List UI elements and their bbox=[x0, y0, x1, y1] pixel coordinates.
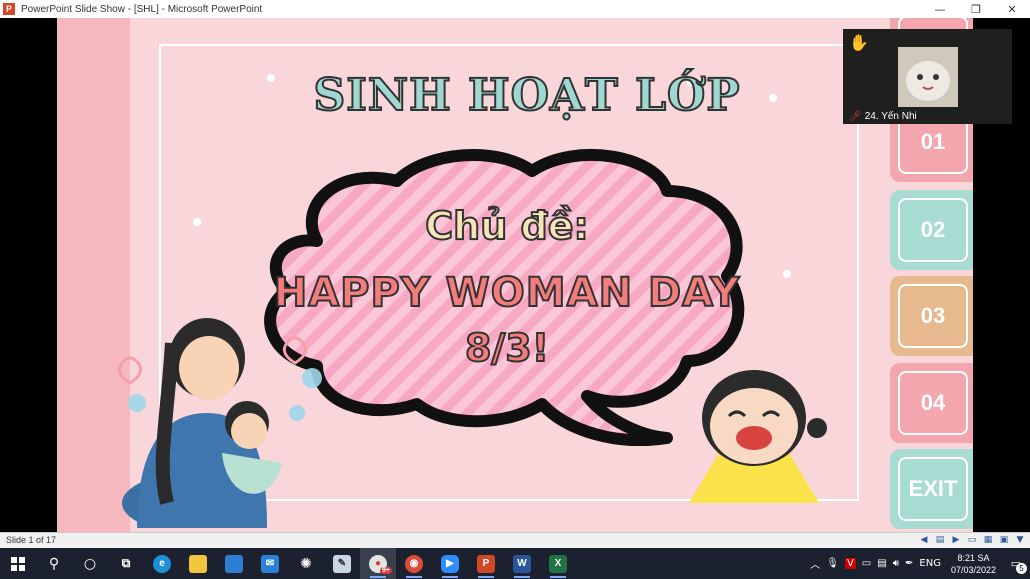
status-bar: Slide 1 of 17 ◀ ▤ ▶ ▭ ▦ ▣ ▼ bbox=[0, 532, 1030, 548]
mic-muted-icon: 🎤︎ bbox=[849, 111, 862, 122]
excel-icon: X bbox=[549, 554, 567, 573]
previous-slide-icon[interactable]: ◀ bbox=[918, 534, 930, 546]
nav-button-exit[interactable]: EXIT bbox=[890, 449, 973, 529]
slide-title: SINH HOẠT LỚP bbox=[313, 69, 741, 122]
folder-icon bbox=[189, 554, 207, 573]
paint-icon: ✎ bbox=[333, 554, 351, 573]
reading-view-icon[interactable]: ▣ bbox=[998, 534, 1010, 546]
slide-canvas[interactable]: SINH HOẠT LỚP Chủ đề: HAPPY WOMAN DAY 8/… bbox=[57, 18, 973, 532]
search-button[interactable]: ⚲ bbox=[36, 548, 72, 579]
taskbar-file-explorer[interactable] bbox=[180, 548, 216, 579]
minimize-button[interactable]: — bbox=[922, 0, 958, 18]
slide-menu-icon[interactable]: ▤ bbox=[934, 534, 946, 546]
network-icon[interactable]: ▤ bbox=[877, 558, 886, 569]
microphone-icon[interactable]: 🎙︎ bbox=[826, 558, 839, 569]
window-title-bar: P PowerPoint Slide Show - [SHL] - Micros… bbox=[0, 0, 1030, 18]
mail-icon: ✉ bbox=[261, 554, 279, 573]
powerpoint-app-icon: P bbox=[3, 3, 15, 15]
windows-taskbar: ⚲ ○ ⧉ e ✉ ✺ ✎ ● 9+ ◉ ▶ P W X ︿ 🎙︎ V ▭ ▤ … bbox=[0, 548, 1030, 579]
window-title: PowerPoint Slide Show - [SHL] - Microsof… bbox=[21, 3, 263, 15]
mother-child-illustration bbox=[117, 318, 322, 528]
clock-time: 8:21 SA bbox=[957, 552, 990, 563]
restore-button[interactable]: ❐ bbox=[958, 0, 994, 18]
slide-counter: Slide 1 of 17 bbox=[6, 535, 57, 545]
taskbar-zoom[interactable]: ▶ bbox=[432, 548, 468, 579]
taskbar-edge[interactable]: e bbox=[144, 548, 180, 579]
chevron-up-icon[interactable]: ︿ bbox=[810, 556, 820, 571]
word-icon: W bbox=[513, 554, 531, 573]
notification-center-button[interactable]: ▭ 5 bbox=[1006, 554, 1027, 574]
taskbar-powerpoint[interactable]: P bbox=[468, 548, 504, 579]
normal-view-icon[interactable]: ▭ bbox=[966, 534, 978, 546]
battery-icon[interactable]: ▭ bbox=[862, 558, 871, 569]
nav-button-04[interactable]: 04 bbox=[890, 363, 973, 443]
taskbar-word[interactable]: W bbox=[504, 548, 540, 579]
participant-avatar bbox=[898, 47, 958, 107]
volume-icon[interactable]: 🔊︎ bbox=[893, 558, 899, 569]
decor-dot bbox=[193, 218, 201, 226]
close-button[interactable]: ✕ bbox=[994, 0, 1030, 18]
taskbar-chrome[interactable]: ◉ bbox=[396, 548, 432, 579]
task-view-button[interactable]: ⧉ bbox=[108, 548, 144, 579]
pen-icon[interactable]: ✒ bbox=[905, 558, 913, 569]
cortana-button[interactable]: ○ bbox=[72, 548, 108, 579]
cortana-icon: ○ bbox=[83, 555, 97, 572]
task-view-icon: ⧉ bbox=[121, 556, 131, 570]
taskbar-excel[interactable]: X bbox=[540, 548, 576, 579]
next-slide-icon[interactable]: ▶ bbox=[950, 534, 962, 546]
sun-icon: ✺ bbox=[300, 555, 312, 572]
topic-title-line2: 8/3! bbox=[464, 325, 550, 371]
clock[interactable]: 8:21 SA 07/03/2022 bbox=[951, 552, 996, 576]
nav-button-03[interactable]: 03 bbox=[890, 276, 973, 356]
language-indicator[interactable]: ENG bbox=[919, 558, 941, 569]
store-icon bbox=[225, 554, 243, 573]
notification-count: 5 bbox=[1016, 562, 1027, 574]
nav-button-exit-label: EXIT bbox=[898, 457, 968, 521]
taskbar-chrome-badge[interactable]: ● 9+ bbox=[360, 548, 396, 579]
taskbar-paint[interactable]: ✎ bbox=[324, 548, 360, 579]
taskbar-mail[interactable]: ✉ bbox=[252, 548, 288, 579]
system-tray: ︿ 🎙︎ V ▭ ▤ 🔊︎ ✒ ENG 8:21 SA 07/03/2022 ▭… bbox=[810, 548, 1030, 579]
participant-video-tile[interactable]: ✋ 🎤︎ 24. Yến Nhi bbox=[843, 29, 1012, 124]
search-icon: ⚲ bbox=[48, 555, 60, 572]
powerpoint-icon: P bbox=[477, 554, 495, 573]
chrome-icon: ◉ bbox=[405, 554, 423, 573]
nav-button-04-label: 04 bbox=[898, 371, 968, 435]
child-illustration bbox=[689, 370, 827, 503]
taskbar-store[interactable] bbox=[216, 548, 252, 579]
app-tray-icon[interactable]: V bbox=[844, 558, 856, 569]
nav-button-02[interactable]: 02 bbox=[890, 190, 973, 270]
participant-caption: 🎤︎ 24. Yến Nhi bbox=[849, 111, 917, 122]
zoom-icon: ▶ bbox=[441, 554, 459, 573]
edge-icon: e bbox=[153, 554, 171, 573]
taskbar-settings-app[interactable]: ✺ bbox=[288, 548, 324, 579]
decor-dot bbox=[783, 270, 791, 278]
topic-label: Chủ đề: bbox=[424, 203, 589, 249]
clock-date: 07/03/2022 bbox=[950, 564, 996, 575]
nav-button-03-label: 03 bbox=[898, 284, 968, 348]
app-badge: 9+ bbox=[380, 567, 392, 574]
participant-name: 24. Yến Nhi bbox=[864, 111, 917, 122]
slideshow-view-icon[interactable]: ▼ bbox=[1014, 534, 1026, 546]
nav-button-02-label: 02 bbox=[898, 198, 968, 262]
windows-logo-icon bbox=[11, 556, 25, 571]
start-button[interactable] bbox=[0, 548, 36, 579]
raised-hand-icon: ✋ bbox=[849, 33, 869, 52]
slide-sorter-icon[interactable]: ▦ bbox=[982, 534, 994, 546]
